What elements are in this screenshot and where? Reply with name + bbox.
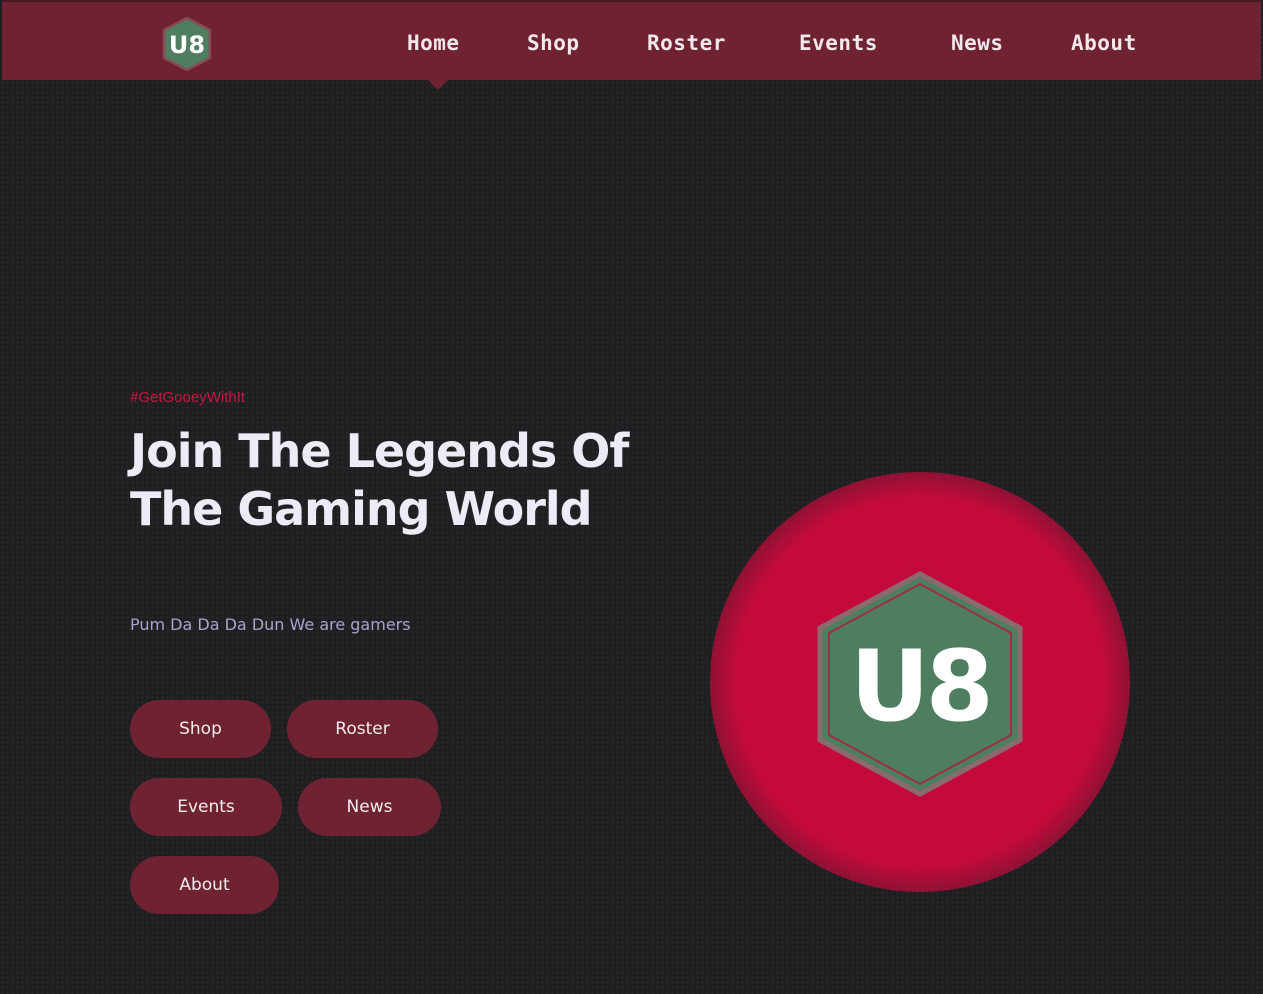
nav-item-events[interactable]: Events: [799, 26, 878, 60]
news-button[interactable]: News: [298, 778, 441, 836]
page: U8 Home Shop Roster Events News About #G…: [0, 0, 1263, 994]
nav-item-news[interactable]: News: [951, 26, 1004, 60]
hero-title: Join The Legends Of The Gaming World: [130, 424, 629, 536]
nav-item-shop[interactable]: Shop: [527, 26, 580, 60]
hero-logo-text: U8: [850, 630, 990, 744]
about-button[interactable]: About: [130, 856, 279, 914]
nav-item-roster[interactable]: Roster: [647, 26, 726, 60]
active-nav-indicator: [428, 80, 448, 90]
nav-links: Home Shop Roster Events News About: [2, 26, 1261, 62]
u8-logo-icon: U8: [817, 571, 1023, 797]
nav-item-about[interactable]: About: [1071, 26, 1137, 60]
navbar: U8 Home Shop Roster Events News About: [2, 0, 1261, 80]
nav-item-home[interactable]: Home: [407, 26, 460, 60]
events-button[interactable]: Events: [130, 778, 282, 836]
shop-button[interactable]: Shop: [130, 700, 271, 758]
hero-subtitle: Pum Da Da Da Dun We are gamers: [130, 615, 411, 634]
roster-button[interactable]: Roster: [287, 700, 438, 758]
hero-hashtag: #GetGooeyWithIt: [130, 389, 246, 406]
